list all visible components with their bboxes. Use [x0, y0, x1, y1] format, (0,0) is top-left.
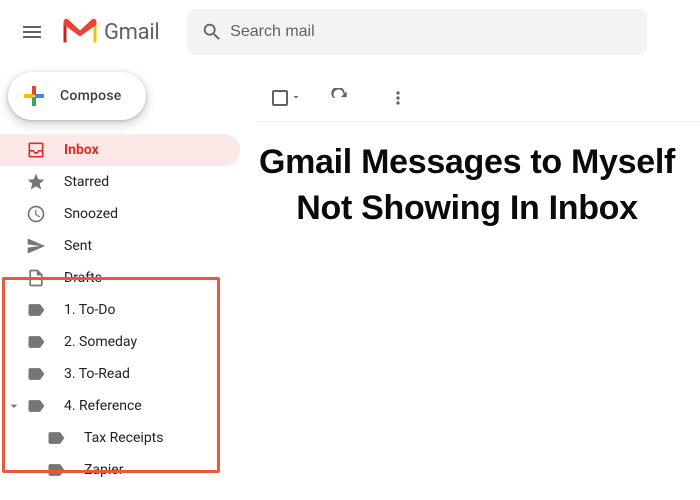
search-bar[interactable]	[187, 9, 647, 55]
clock-icon	[26, 204, 46, 224]
main-pane	[256, 64, 700, 500]
sidebar-item-starred[interactable]: Starred	[0, 166, 240, 198]
sidebar-item-label-1-todo[interactable]: 1. To-Do	[0, 294, 240, 326]
drafts-icon	[26, 268, 46, 288]
sidebar-item-label: Inbox	[64, 142, 99, 158]
select-all-control[interactable]	[272, 88, 302, 107]
brand-name: Gmail	[104, 20, 159, 45]
inbox-icon	[26, 140, 46, 160]
sidebar-item-inbox[interactable]: Inbox	[0, 134, 240, 166]
refresh-button[interactable]	[320, 78, 360, 118]
gmail-app: Gmail Compose	[0, 0, 700, 500]
sidebar-item-label: Sent	[64, 238, 92, 254]
sidebar-item-label-2-someday[interactable]: 2. Someday	[0, 326, 240, 358]
gmail-logo-icon	[60, 17, 100, 47]
sidebar-item-snoozed[interactable]: Snoozed	[0, 198, 240, 230]
sidebar-item-sent[interactable]: Sent	[0, 230, 240, 262]
search-input[interactable]	[230, 23, 641, 41]
label-icon	[26, 332, 46, 352]
sidebar-item-label-4-reference[interactable]: 4. Reference	[0, 390, 240, 422]
refresh-icon	[330, 88, 350, 108]
label-icon	[26, 396, 46, 416]
more-button[interactable]	[378, 78, 418, 118]
body: Compose Inbox Starred Snoozed Sent	[0, 64, 700, 500]
sidebar-item-label: 1. To-Do	[64, 302, 115, 318]
sidebar-item-drafts[interactable]: Drafts	[0, 262, 240, 294]
header: Gmail	[0, 0, 700, 64]
sidebar-item-label: Zapier	[84, 462, 123, 478]
hamburger-icon	[20, 20, 44, 44]
brand: Gmail	[60, 17, 159, 47]
sidebar-item-label-3-toread[interactable]: 3. To-Read	[0, 358, 240, 390]
sidebar-item-label: Drafts	[64, 270, 102, 286]
sidebar-item-label: Snoozed	[64, 206, 118, 222]
select-all-checkbox[interactable]	[272, 90, 288, 106]
label-icon	[46, 460, 66, 480]
sidebar-item-label: 2. Someday	[64, 334, 137, 350]
collapse-icon[interactable]	[4, 398, 24, 414]
star-icon	[26, 172, 46, 192]
compose-label: Compose	[60, 88, 122, 104]
select-dropdown-icon[interactable]	[290, 88, 302, 107]
sidebar-nav: Inbox Starred Snoozed Sent Drafts	[0, 134, 256, 486]
annotation-headline: Gmail Messages to Myself Not Showing In …	[252, 140, 682, 232]
plus-icon	[22, 84, 46, 108]
sidebar-item-label: Tax Receipts	[84, 430, 164, 446]
sidebar-item-label-zapier[interactable]: Zapier	[0, 454, 240, 486]
more-vert-icon	[388, 88, 408, 108]
toolbar	[256, 74, 700, 122]
main-menu-button[interactable]	[8, 8, 56, 56]
label-icon	[26, 300, 46, 320]
sidebar: Compose Inbox Starred Snoozed Sent	[0, 64, 256, 500]
label-icon	[46, 428, 66, 448]
label-icon	[26, 364, 46, 384]
compose-button[interactable]: Compose	[8, 72, 146, 120]
sent-icon	[26, 236, 46, 256]
sidebar-item-label: 4. Reference	[64, 398, 142, 414]
sidebar-item-label: 3. To-Read	[64, 366, 130, 382]
sidebar-item-label: Starred	[64, 174, 109, 190]
sidebar-item-label-tax-receipts[interactable]: Tax Receipts	[0, 422, 240, 454]
search-icon	[193, 21, 230, 43]
